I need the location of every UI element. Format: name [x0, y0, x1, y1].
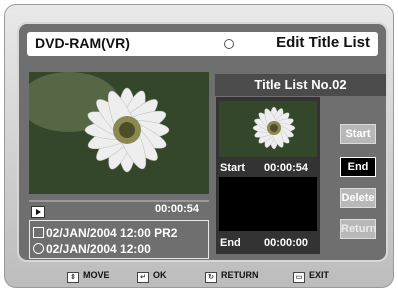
title-list-header: Title List No.02 [215, 74, 386, 96]
recording-time: 02/JAN/2004 12:00 [46, 242, 151, 256]
start-label: Start [220, 162, 246, 174]
end-button[interactable]: End [340, 157, 376, 177]
playback-time: 00:00:54 [155, 203, 200, 215]
exit-label: EXIT [309, 270, 330, 280]
recording-date-row: 02/JAN/2004 12:00 PR2 [33, 226, 177, 240]
flower-thumbnail-image [219, 101, 317, 157]
tv-frame: DVD-RAM(VR) Edit Title List 00:00:54 02/… [4, 4, 394, 288]
start-thumbnail [219, 101, 317, 157]
flower-image [29, 72, 209, 194]
edit-panel: Start 00:00:54 End 00:00:00 [216, 97, 320, 254]
page-title: Edit Title List [276, 34, 370, 51]
circle-icon [224, 39, 234, 49]
disc-type-label: DVD-RAM(VR) [35, 35, 130, 51]
exit-icon: ▭ [293, 272, 305, 283]
return-hint: ↻ RETURN [205, 270, 259, 283]
recording-date: 02/JAN/2004 12:00 PR2 [46, 226, 178, 240]
video-preview [29, 72, 209, 194]
exit-hint: ▭ EXIT [293, 270, 329, 283]
move-label: MOVE [83, 270, 110, 280]
delete-button[interactable]: Delete [340, 188, 376, 208]
move-hint: ⇕ MOVE [67, 270, 110, 283]
move-icon: ⇕ [67, 272, 79, 283]
return-label: RETURN [221, 270, 259, 280]
start-time: 00:00:54 [264, 162, 309, 174]
play-icon [31, 206, 45, 218]
recording-info: 02/JAN/2004 12:00 PR2 02/JAN/2004 12:00 [29, 220, 209, 259]
end-thumbnail [219, 177, 317, 231]
return-button[interactable]: Return [340, 219, 376, 239]
progress-line [29, 200, 209, 202]
recording-time-row: 02/JAN/2004 12:00 [33, 242, 151, 256]
calendar-icon [33, 227, 44, 238]
enter-icon: ↵ [137, 272, 149, 283]
return-icon: ↻ [205, 272, 217, 283]
clock-icon [33, 243, 44, 254]
title-bar: DVD-RAM(VR) Edit Title List [27, 32, 378, 56]
start-button[interactable]: Start [340, 124, 376, 144]
end-label: End [220, 237, 241, 249]
footer-help-bar: ⇕ MOVE ↵ OK ↻ RETURN ▭ EXIT [5, 263, 395, 289]
ok-hint: ↵ OK [137, 270, 167, 283]
ok-label: OK [153, 270, 167, 280]
menu-screen: DVD-RAM(VR) Edit Title List 00:00:54 02/… [17, 22, 388, 262]
end-time: 00:00:00 [264, 237, 309, 249]
